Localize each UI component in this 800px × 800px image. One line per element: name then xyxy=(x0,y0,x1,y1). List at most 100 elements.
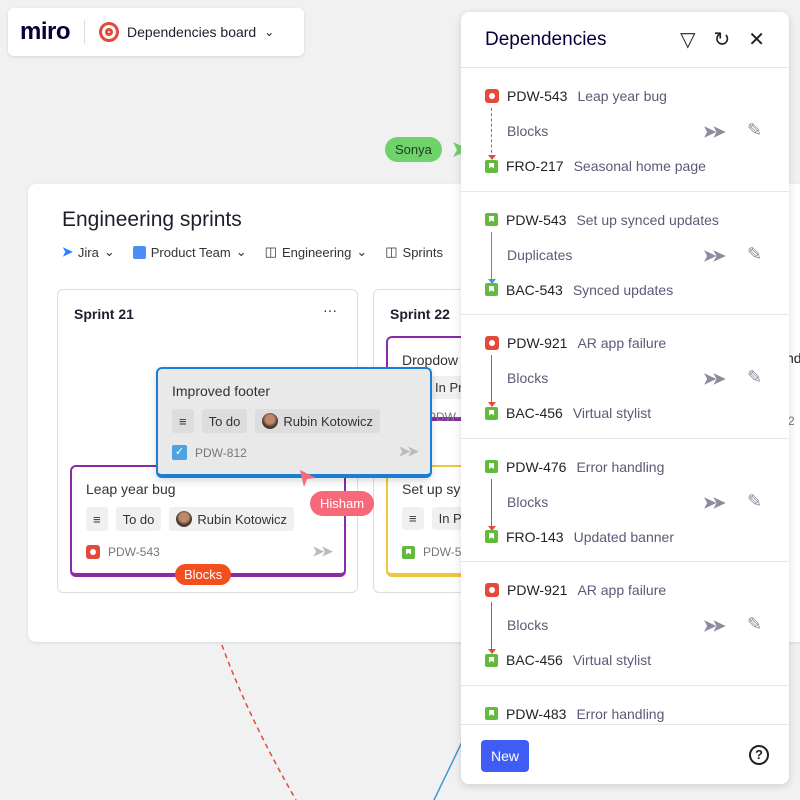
assignee-chip[interactable]: Rubin Kotowicz xyxy=(169,507,295,531)
jira-icon: ➤ xyxy=(62,244,73,259)
story-icon xyxy=(485,406,498,420)
edit-icon[interactable]: ✎ xyxy=(747,367,762,388)
story-icon xyxy=(485,213,498,226)
team-icon xyxy=(132,245,146,259)
status-chip[interactable]: To do xyxy=(115,507,162,531)
dependency-item[interactable]: PDW-543 Leap year bug Blocks ➤➤ ✎ FRO-217… xyxy=(461,68,789,192)
assignee-chip[interactable]: Rubin Kotowicz xyxy=(255,409,381,433)
edit-icon[interactable]: ✎ xyxy=(747,244,762,265)
filter-sprints[interactable]: ◫ Sprints xyxy=(385,244,443,260)
relation-type: Blocks xyxy=(507,617,549,633)
bug-icon xyxy=(485,89,499,103)
from-key: PDW-476 xyxy=(506,458,567,475)
dependency-list: PDW-543 Leap year bug Blocks ➤➤ ✎ FRO-217… xyxy=(461,68,789,784)
jira-icon[interactable]: ➤➤ xyxy=(703,122,726,142)
edit-icon[interactable]: ✎ xyxy=(747,120,762,141)
filter-bar: ➤ Jira ⌄ Product Team ⌄ ◫ Engineering ⌄ ◫ Spri… xyxy=(62,244,443,260)
card-title: Set up sy xyxy=(402,481,461,497)
jira-icon[interactable]: ➤➤ xyxy=(703,493,726,513)
cursor-label-sonya: Sonya xyxy=(385,137,442,162)
cursor-hisham-icon xyxy=(300,470,316,487)
columns-icon: ◫ xyxy=(264,244,277,259)
card-title: Dropdow xyxy=(402,352,459,368)
avatar xyxy=(176,511,193,527)
help-icon[interactable]: ? xyxy=(749,745,769,765)
dependencies-panel: Dependencies ▽ ↻ ✕ PDW-543 Leap year bug … xyxy=(461,12,789,784)
relation-line xyxy=(491,108,492,158)
new-dependency-button[interactable]: New xyxy=(481,740,530,772)
chevron-down-icon: ⌄ xyxy=(356,244,368,259)
to-title: Synced updates xyxy=(572,281,674,298)
board-header: miro Dependencies board ⌄ xyxy=(8,8,304,56)
filter-icon[interactable]: ▽ xyxy=(680,27,695,52)
story-icon xyxy=(485,530,498,543)
description-icon[interactable]: ≡ xyxy=(402,507,424,530)
cursor-label-hisham: Hisham xyxy=(310,491,375,516)
filter-jira[interactable]: ➤ Jira ⌄ xyxy=(62,244,115,260)
to-key: BAC-543 xyxy=(506,281,563,298)
to-title: Virtual stylist xyxy=(572,652,652,668)
from-key: PDW-483 xyxy=(506,705,567,722)
from-key: PDW-921 xyxy=(507,582,568,598)
dependency-item[interactable]: PDW-476 Error handling Blocks ➤➤ ✎ FRO-14… xyxy=(461,439,789,562)
column-title: Sprint 21 xyxy=(74,306,134,322)
description-icon[interactable]: ≡ xyxy=(172,409,194,433)
issue-key: PDW-812 xyxy=(195,445,247,460)
relation-type: Blocks xyxy=(507,493,549,510)
partial-card-key: 2 xyxy=(788,414,795,428)
jira-icon[interactable]: ➤➤ xyxy=(703,369,726,389)
dependency-item[interactable]: PDW-543 Set up synced updates Duplicates … xyxy=(461,192,789,315)
jira-icon[interactable]: ➤➤ xyxy=(703,616,726,636)
jira-icon: ➤➤ xyxy=(398,443,420,459)
close-icon[interactable]: ✕ xyxy=(748,27,765,52)
refresh-icon[interactable]: ↻ xyxy=(713,27,730,52)
edit-icon[interactable]: ✎ xyxy=(747,614,762,635)
divider xyxy=(84,20,86,44)
dependency-item[interactable]: PDW-921 AR app failure Blocks ➤➤ ✎ BAC-45… xyxy=(461,315,789,439)
to-key: FRO-143 xyxy=(506,528,564,545)
card-title: Leap year bug xyxy=(86,481,176,497)
from-title: AR app failure xyxy=(577,582,667,598)
relation-type: Duplicates xyxy=(507,246,573,263)
more-icon[interactable]: ··· xyxy=(323,302,337,318)
from-title: Error handling xyxy=(576,705,665,722)
panel-title: Dependencies xyxy=(485,28,607,50)
card-improved-footer-dragging[interactable]: Improved footer ≡ To do Rubin Kotowicz ✓… xyxy=(156,367,432,478)
issue-key: PDW-5 xyxy=(423,545,462,559)
chevron-down-icon: ⌄ xyxy=(235,244,247,259)
filter-engineering[interactable]: ◫ Engineering ⌄ xyxy=(265,244,368,260)
relation-line xyxy=(491,355,492,405)
relation-line xyxy=(491,602,492,652)
from-key: PDW-543 xyxy=(507,88,568,104)
blocks-tag[interactable]: Blocks xyxy=(175,564,232,585)
table-icon: ◫ xyxy=(385,244,398,259)
target-icon xyxy=(99,22,120,42)
to-title: Seasonal home page xyxy=(573,158,706,174)
board-name-button[interactable]: Dependencies board xyxy=(127,24,256,40)
jira-icon[interactable]: ➤➤ xyxy=(703,246,726,266)
to-title: Virtual stylist xyxy=(572,405,652,421)
column-title: Sprint 22 xyxy=(390,306,450,322)
story-icon xyxy=(485,653,498,667)
issue-key: PDW-543 xyxy=(108,545,160,559)
to-key: BAC-456 xyxy=(506,405,563,421)
from-title: AR app failure xyxy=(577,335,667,351)
relation-line xyxy=(491,231,492,282)
dependency-item[interactable]: PDW-921 AR app failure Blocks ➤➤ ✎ BAC-45… xyxy=(461,562,789,686)
story-icon xyxy=(485,283,498,296)
task-checkbox-icon: ✓ xyxy=(172,445,187,460)
edit-icon[interactable]: ✎ xyxy=(747,491,762,512)
bug-icon xyxy=(485,583,499,597)
filter-product-team[interactable]: Product Team ⌄ xyxy=(132,244,247,260)
bug-icon xyxy=(485,336,499,350)
miro-logo: miro xyxy=(20,18,71,45)
board-title: Engineering sprints xyxy=(62,208,242,231)
description-icon[interactable]: ≡ xyxy=(86,507,108,531)
status-chip[interactable]: To do xyxy=(201,409,248,433)
relation-line xyxy=(491,478,492,529)
from-key: PDW-921 xyxy=(507,335,568,351)
chevron-down-icon[interactable]: ⌄ xyxy=(264,25,274,39)
bug-icon xyxy=(86,545,100,559)
duplicates-connector xyxy=(433,741,463,800)
avatar xyxy=(262,413,279,429)
